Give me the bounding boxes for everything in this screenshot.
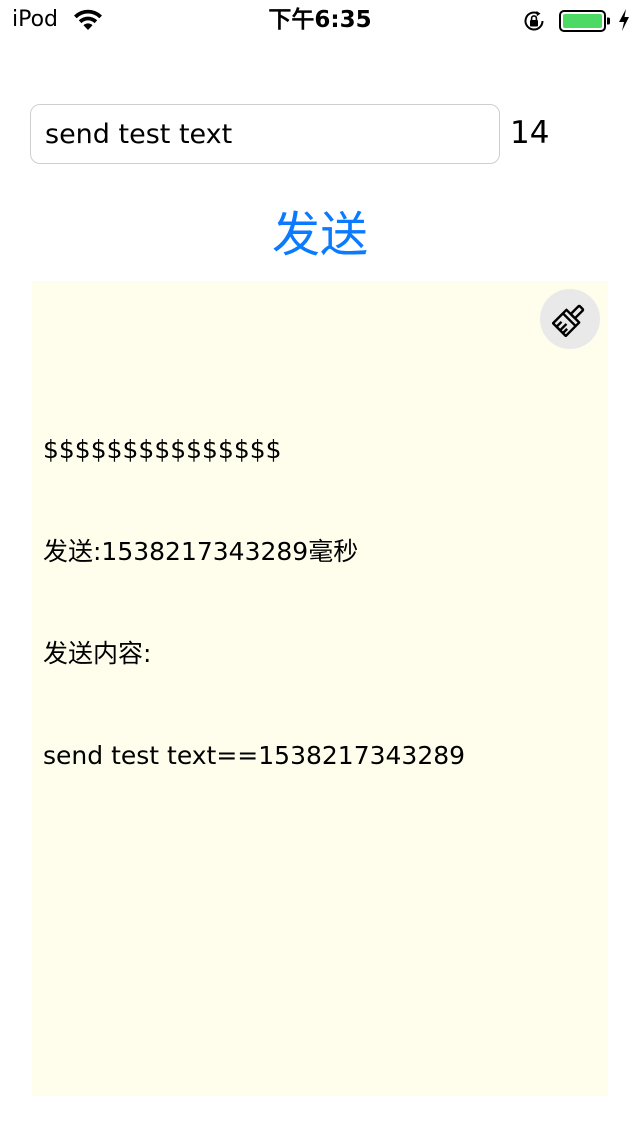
character-count: 14 <box>510 115 550 151</box>
log-line: 发送:1538217343289毫秒 <box>43 537 359 566</box>
orientation-lock-icon <box>524 11 544 31</box>
brush-icon <box>552 304 585 337</box>
app-screen: iPod 下午6:35 14 发送 <box>0 0 640 1136</box>
charging-bolt-icon <box>619 9 629 31</box>
log-line: 发送内容: <box>43 639 152 668</box>
send-button[interactable]: 发送 <box>220 200 420 270</box>
clear-log-button[interactable] <box>540 289 600 349</box>
log-output: $$$$$$$$$$$$$$$ 发送:1538217343289毫秒 发送内容:… <box>43 365 598 841</box>
log-panel[interactable]: $$$$$$$$$$$$$$$ 发送:1538217343289毫秒 发送内容:… <box>32 281 608 1096</box>
battery-icon <box>559 10 610 32</box>
log-line: $$$$$$$$$$$$$$$ <box>43 435 282 464</box>
status-bar: iPod 下午6:35 <box>0 0 640 40</box>
message-input[interactable] <box>30 104 500 164</box>
log-line: send test text==1538217343289 <box>43 741 466 770</box>
